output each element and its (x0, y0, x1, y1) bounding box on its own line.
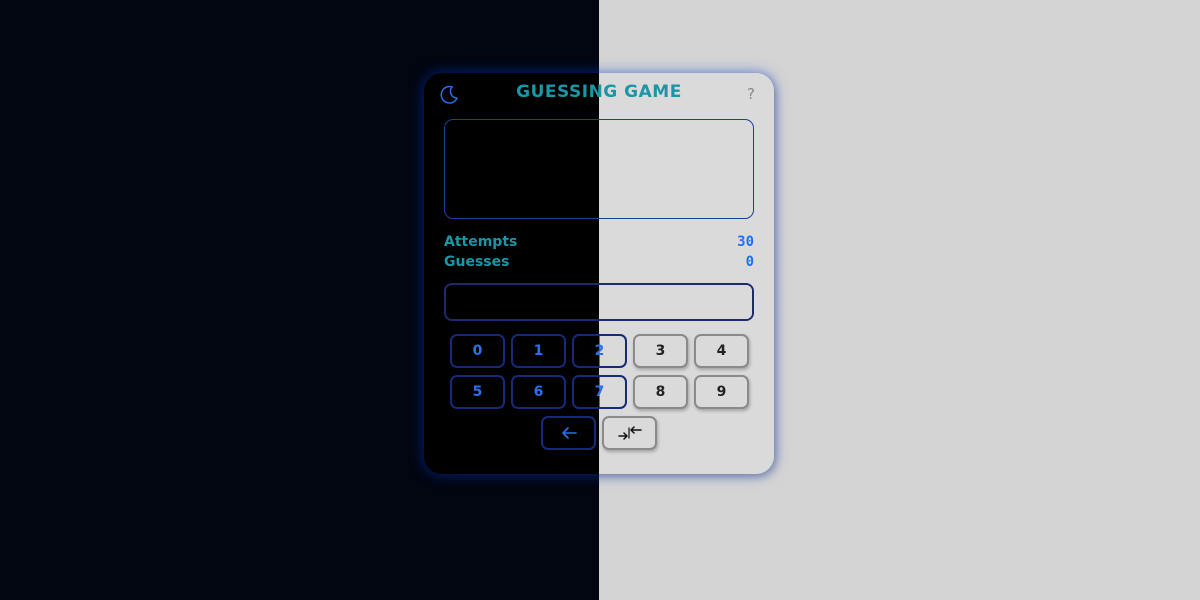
game-title: GUESSING GAME (516, 82, 682, 102)
arrows-converge-icon (617, 426, 642, 440)
key-1[interactable]: 1 (511, 334, 566, 368)
key-3[interactable]: 3 (633, 334, 688, 368)
guess-input-light-half (601, 285, 752, 319)
submit-button[interactable] (602, 416, 657, 450)
key-4[interactable]: 4 (694, 334, 749, 368)
guesses-label: Guesses (444, 254, 510, 270)
key-6[interactable]: 6 (511, 375, 566, 409)
guess-input[interactable] (444, 283, 754, 321)
arrow-left-icon (561, 427, 577, 439)
game-card: GUESSING GAME ? Attempts 30 Guesses 0 0 … (424, 73, 774, 474)
guesses-value: 0 (745, 254, 754, 270)
key-9[interactable]: 9 (694, 375, 749, 409)
attempts-label: Attempts (444, 234, 518, 250)
help-button[interactable]: ? (747, 85, 755, 103)
key-2[interactable]: 2 (572, 334, 627, 368)
key-7[interactable]: 7 (572, 375, 627, 409)
key-5[interactable]: 5 (450, 375, 505, 409)
backspace-button[interactable] (541, 416, 596, 450)
message-display (444, 119, 754, 219)
key-8[interactable]: 8 (633, 375, 688, 409)
key-0[interactable]: 0 (450, 334, 505, 368)
attempts-value: 30 (737, 234, 754, 250)
